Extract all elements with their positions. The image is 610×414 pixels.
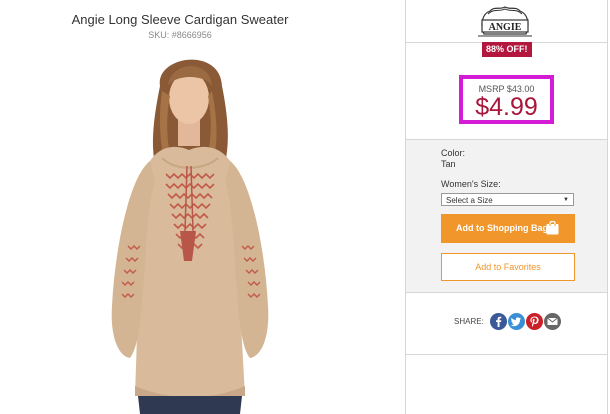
sale-price: $4.99	[475, 93, 538, 121]
color-value: Tan	[441, 159, 456, 169]
chevron-down-icon: ▼	[563, 197, 569, 203]
facebook-icon[interactable]	[490, 313, 507, 330]
column-divider-right	[607, 0, 608, 414]
share-label: SHARE:	[454, 317, 484, 326]
brand-logo-text: ANGIE	[489, 22, 522, 33]
product-photo[interactable]	[100, 46, 275, 414]
size-select-value: Select a Size	[446, 196, 493, 205]
shopping-bag-icon	[546, 220, 559, 235]
price-highlight: MSRP $43.00 $4.99	[459, 75, 554, 124]
brand-header: ANGIE	[406, 0, 607, 43]
add-to-favorites-button[interactable]: Add to Favorites	[441, 253, 575, 281]
divider	[406, 292, 607, 293]
color-label: Color:	[441, 148, 466, 158]
twitter-icon[interactable]	[508, 313, 525, 330]
product-page: Angie Long Sleeve Cardigan Sweater SKU: …	[0, 0, 610, 414]
divider	[406, 354, 607, 355]
discount-badge: 88% OFF!	[482, 42, 532, 57]
share-bar: SHARE:	[406, 312, 607, 332]
size-select[interactable]: Select a Size ▼	[441, 193, 574, 206]
purchase-panel: ANGIE 88% OFF! MSRP $43.00 $4.99 Color: …	[406, 0, 607, 414]
product-sku: SKU: #8666956	[148, 30, 212, 40]
add-to-bag-label: Add to Shopping Bag	[456, 223, 548, 233]
brand-logo[interactable]: ANGIE	[474, 4, 536, 40]
options-panel: Color: Tan Women's Size: Select a Size ▼…	[406, 140, 607, 292]
add-to-bag-button[interactable]: Add to Shopping Bag	[441, 214, 575, 243]
size-label: Women's Size:	[441, 179, 501, 189]
product-media-column: Angie Long Sleeve Cardigan Sweater SKU: …	[0, 0, 405, 414]
product-title: Angie Long Sleeve Cardigan Sweater	[71, 12, 289, 27]
email-icon[interactable]	[544, 313, 561, 330]
pinterest-icon[interactable]	[526, 313, 543, 330]
